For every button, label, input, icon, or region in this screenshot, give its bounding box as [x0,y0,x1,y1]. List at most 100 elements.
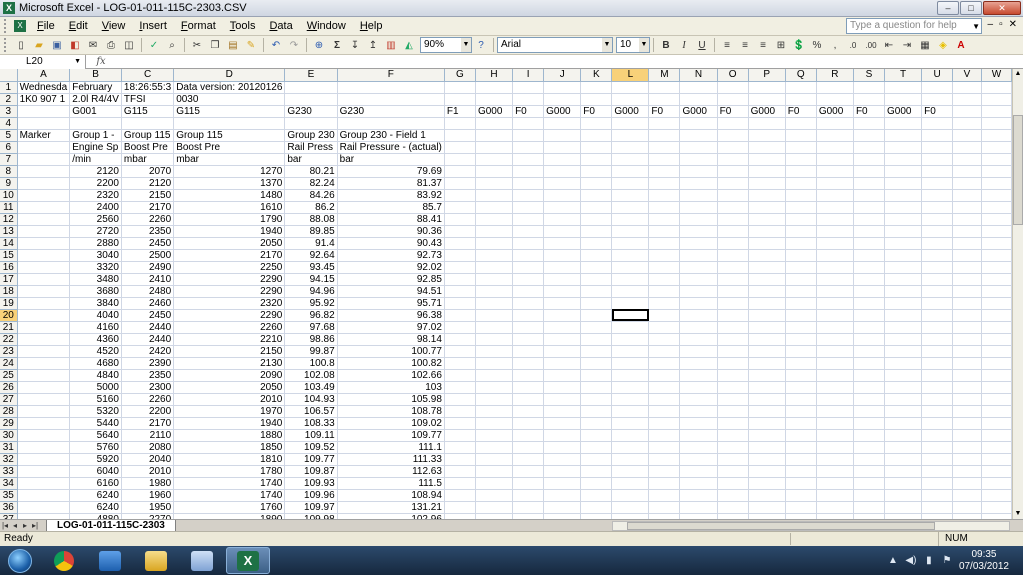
cell[interactable] [580,165,613,178]
cell[interactable] [816,345,854,358]
cell[interactable] [580,201,613,214]
cell[interactable] [748,141,786,154]
cell[interactable]: 2130 [173,357,286,370]
cell[interactable] [981,81,1012,94]
cell[interactable] [921,477,954,490]
cell[interactable] [543,381,582,394]
fill-color-icon[interactable]: ◈ [935,37,951,53]
cell[interactable]: 2260 [173,321,286,334]
cell[interactable] [580,129,613,142]
cell[interactable]: 2560 [69,213,122,226]
cell[interactable] [952,393,982,406]
insert-function-icon[interactable]: fx [86,56,116,67]
cell[interactable]: 1880 [173,429,286,442]
cell[interactable] [816,153,854,166]
cell[interactable] [717,213,749,226]
cell[interactable] [611,261,650,274]
cell[interactable]: Group 230 - Field 1 [337,129,445,142]
cell[interactable]: 1K0 907 1 [17,93,71,106]
cell[interactable] [853,249,886,262]
cell[interactable] [921,249,954,262]
cell[interactable] [981,201,1012,214]
cell[interactable] [611,177,650,190]
row-header[interactable]: 6 [0,141,18,154]
column-header-u[interactable]: U [921,69,954,82]
row-header[interactable]: 31 [0,441,18,454]
help-search-input[interactable]: Type a question for help ▼ [846,18,982,34]
cell[interactable] [884,177,923,190]
cell[interactable] [748,117,786,130]
font-size-select[interactable]: 10 ▼ [616,37,650,53]
cell[interactable] [785,369,817,382]
cell[interactable] [816,129,854,142]
cell[interactable] [543,201,582,214]
cell[interactable] [679,273,718,286]
cell[interactable]: 1780 [173,465,286,478]
cell[interactable] [884,81,923,94]
cell[interactable] [785,225,817,238]
cell[interactable]: F0 [921,105,954,118]
cell[interactable] [17,153,71,166]
cell[interactable] [444,273,476,286]
cell[interactable] [648,117,681,130]
cell[interactable] [921,141,954,154]
cell[interactable] [648,501,681,514]
cell[interactable] [717,309,749,322]
sort-ascending-icon[interactable]: ↧ [347,37,363,53]
cell[interactable] [816,465,854,478]
cell[interactable] [748,225,786,238]
cell[interactable] [952,345,982,358]
cell[interactable] [444,153,476,166]
workbook-minimize-button[interactable]: – [988,19,994,30]
cell[interactable] [981,117,1012,130]
cell[interactable] [17,345,71,358]
cell[interactable]: 2070 [121,165,175,178]
cell[interactable]: 2010 [121,465,175,478]
cell[interactable] [444,441,476,454]
cell[interactable] [17,285,71,298]
cell[interactable] [816,117,854,130]
cell[interactable] [785,321,817,334]
cell[interactable] [816,501,854,514]
cell[interactable]: 109.52 [284,441,338,454]
cell[interactable] [475,321,514,334]
cell[interactable] [543,489,582,502]
cell[interactable] [816,441,854,454]
cell[interactable] [543,189,582,202]
cell[interactable] [580,261,613,274]
active-cell[interactable] [611,309,650,322]
cell[interactable]: 2290 [173,309,286,322]
row-header[interactable]: 15 [0,249,18,262]
cell[interactable] [981,297,1012,310]
cell[interactable]: 2200 [69,177,122,190]
cell[interactable]: 94.51 [337,285,445,298]
align-center-icon[interactable]: ≡ [737,37,753,53]
cell[interactable] [17,105,71,118]
cell[interactable] [853,177,886,190]
menu-grip[interactable] [4,19,12,33]
cell[interactable]: 2500 [121,249,175,262]
cell[interactable] [717,333,749,346]
cell[interactable] [717,297,749,310]
cell[interactable] [444,321,476,334]
cell[interactable] [679,333,718,346]
column-header-l[interactable]: L [611,69,650,82]
vertical-scroll-thumb[interactable] [1013,115,1023,225]
cell[interactable] [611,429,650,442]
cell[interactable] [679,477,718,490]
cell[interactable] [853,141,886,154]
cell[interactable]: 88.08 [284,213,338,226]
cell[interactable] [17,321,71,334]
cell[interactable] [679,237,718,250]
cell[interactable] [611,441,650,454]
cell[interactable] [580,249,613,262]
cell[interactable]: 80.21 [284,165,338,178]
cell[interactable] [444,225,476,238]
cell[interactable] [853,165,886,178]
cell[interactable] [952,117,982,130]
cell[interactable]: 2480 [121,285,175,298]
cell[interactable] [952,369,982,382]
cell[interactable] [679,189,718,202]
cell[interactable] [17,393,71,406]
cell[interactable] [444,297,476,310]
